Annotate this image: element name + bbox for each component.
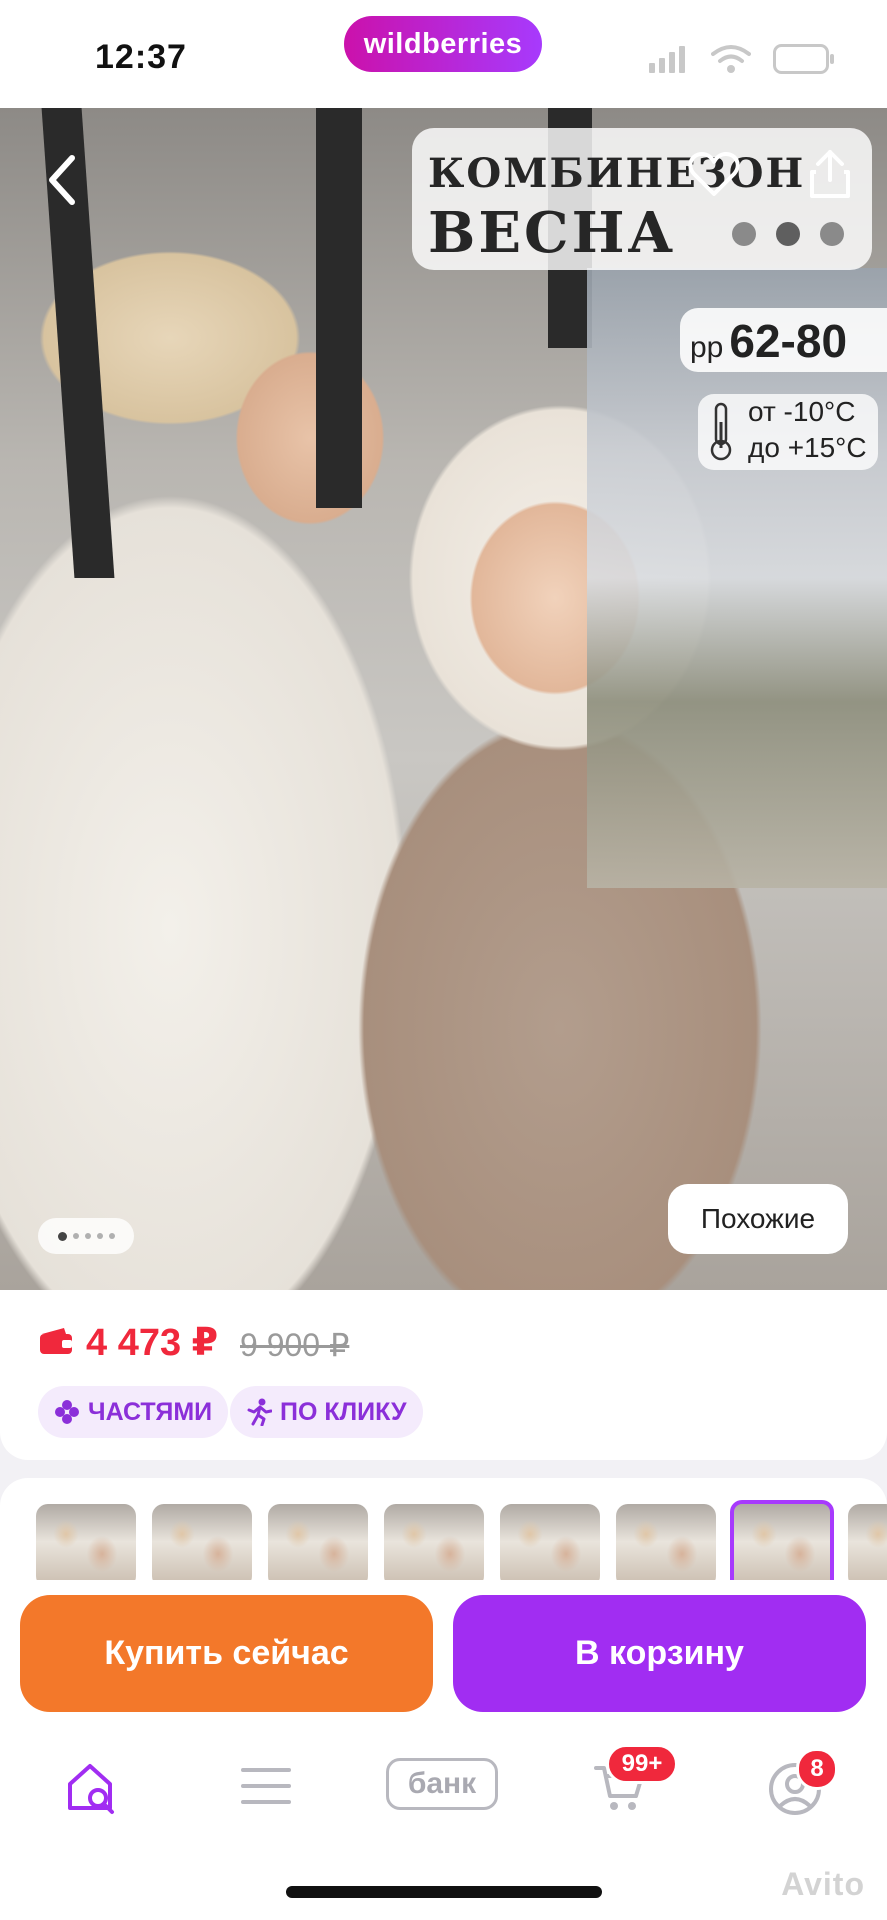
- installments-chip[interactable]: ЧАСТЯМИ: [38, 1386, 229, 1438]
- one-click-label: ПО КЛИКУ: [280, 1397, 407, 1426]
- running-person-icon: [247, 1398, 272, 1426]
- image-dots-decoration: [732, 222, 844, 246]
- action-bar: Купить сейчас В корзину: [0, 1580, 887, 1720]
- carousel-indicator: [38, 1218, 134, 1254]
- thumbnail[interactable]: [268, 1504, 368, 1588]
- thumbnail[interactable]: [500, 1504, 600, 1588]
- status-icons: [649, 44, 835, 74]
- catalog-menu-icon[interactable]: [240, 1766, 292, 1806]
- buy-now-button[interactable]: Купить сейчас: [20, 1595, 433, 1712]
- status-bar: 12:37 wildberries: [0, 0, 887, 108]
- product-title-card: КОМБИНЕЗОН ВЕСНА: [412, 128, 872, 270]
- wallet-icon: [40, 1328, 72, 1354]
- thumbnail[interactable]: [36, 1504, 136, 1588]
- share-icon[interactable]: [808, 148, 852, 200]
- status-time: 12:37: [95, 38, 187, 76]
- temperature-to: до +15°C: [748, 432, 867, 463]
- avito-watermark: Avito: [781, 1866, 865, 1902]
- add-to-cart-button[interactable]: В корзину: [453, 1595, 866, 1712]
- flower-icon: [55, 1400, 79, 1424]
- size-range: 62-80: [729, 315, 848, 367]
- bank-nav-item[interactable]: банк: [386, 1758, 498, 1810]
- similar-button[interactable]: Похожие: [668, 1184, 848, 1254]
- thermometer-icon: [710, 402, 732, 461]
- size-prefix: рр: [690, 331, 724, 364]
- product-screen: 12:37 wildberries КОМБИНЕЗОН ВЕСНА рр 62…: [0, 0, 887, 1920]
- thumbnail-selected[interactable]: [730, 1500, 834, 1592]
- heart-icon[interactable]: [688, 152, 740, 198]
- home-indicator: [286, 1886, 602, 1898]
- price-block: 4 473 ₽ 9 900 ₽ ЧАСТЯМИ ПО КЛИКУ: [0, 1290, 887, 1460]
- back-arrow-icon[interactable]: [40, 152, 84, 208]
- thumbnail[interactable]: [152, 1504, 252, 1588]
- thumbnail[interactable]: [384, 1504, 484, 1588]
- thumbnail[interactable]: [848, 1504, 887, 1588]
- cart-count-badge: 99+: [606, 1744, 678, 1784]
- thumbnail[interactable]: [616, 1504, 716, 1588]
- old-price: 9 900 ₽: [240, 1327, 350, 1363]
- temperature-from: от -10°C: [748, 396, 856, 427]
- home-search-icon[interactable]: [64, 1760, 120, 1816]
- one-click-chip[interactable]: ПО КЛИКУ: [230, 1386, 423, 1438]
- current-price: 4 473 ₽: [86, 1322, 219, 1364]
- title-line-1: КОМБИНЕЗОН: [428, 150, 806, 197]
- window-frame: [316, 108, 362, 508]
- battery-icon: [773, 44, 834, 74]
- signal-icon: [649, 46, 685, 73]
- product-image[interactable]: [0, 108, 887, 1290]
- wildberries-logo: wildberries: [344, 16, 542, 72]
- wifi-icon: [711, 45, 751, 73]
- title-line-2: ВЕСНА: [428, 200, 677, 266]
- bottom-navigation: банк 99+ 8 Avito: [0, 1720, 887, 1920]
- size-range-badge: рр 62-80: [680, 308, 887, 372]
- installments-label: ЧАСТЯМИ: [88, 1397, 213, 1426]
- temperature-badge: от -10°C до +15°C: [698, 394, 878, 470]
- profile-notification-badge: 8: [796, 1748, 838, 1790]
